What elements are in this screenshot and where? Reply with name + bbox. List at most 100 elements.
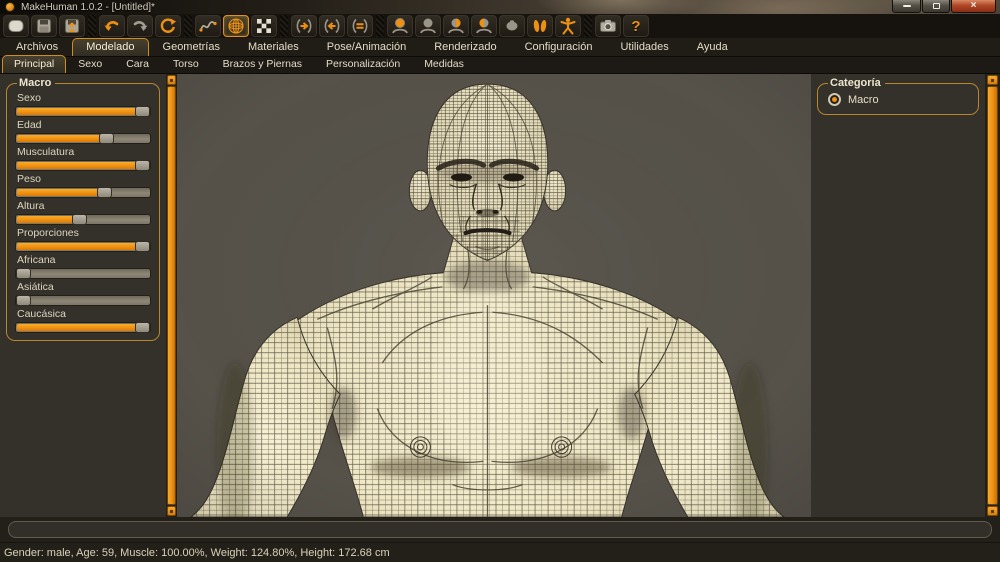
subtab-cara[interactable]: Cara [114, 55, 161, 73]
proporciones-slider[interactable] [15, 241, 151, 252]
slider-handle[interactable] [135, 160, 150, 171]
rotate-face-right-icon [294, 16, 314, 36]
undo-icon [102, 16, 122, 36]
slider-edad: Edad [15, 119, 151, 144]
tab-ayuda[interactable]: Ayuda [683, 38, 742, 56]
slider-handle[interactable] [135, 322, 150, 333]
3d-viewport[interactable] [177, 74, 811, 517]
progress-bar [8, 521, 992, 538]
categoria-groupbox: Categoría Macro [817, 77, 979, 115]
tab-geometrias[interactable]: Geometrías [149, 38, 234, 56]
back-view-icon [418, 16, 438, 36]
category-option-macro[interactable]: Macro [828, 93, 968, 106]
slider-handle[interactable] [135, 106, 150, 117]
global-pose-button[interactable] [555, 15, 581, 37]
tab-archivos[interactable]: Archivos [2, 38, 72, 56]
wireframe-toggle-button[interactable] [223, 15, 249, 37]
front-view-button[interactable] [387, 15, 413, 37]
subtab-brazos-y-piernas[interactable]: Brazos y Piernas [211, 55, 314, 73]
scroll-up-arrow-icon[interactable] [167, 75, 176, 85]
global-pose-icon [558, 16, 578, 36]
top-view-button[interactable] [499, 15, 525, 37]
slider-proporciones: Proporciones [15, 227, 151, 252]
minimize-button[interactable] [892, 0, 921, 13]
left-view-button[interactable] [471, 15, 497, 37]
reset-mesh-button[interactable] [155, 15, 181, 37]
right-view-button[interactable] [443, 15, 469, 37]
scrollbar-thumb[interactable] [167, 86, 176, 505]
face-front-button[interactable] [347, 15, 373, 37]
maximize-button[interactable] [922, 0, 950, 13]
slider-handle[interactable] [135, 241, 150, 252]
grab-screenshot-icon [598, 16, 618, 36]
left-panel-scrollbar[interactable] [166, 74, 177, 517]
scroll-up-arrow-icon[interactable] [987, 75, 998, 85]
slider-handle[interactable] [97, 187, 112, 198]
tab-utilidades[interactable]: Utilidades [606, 38, 682, 56]
undo-button[interactable] [99, 15, 125, 37]
new-file-icon [6, 16, 26, 36]
load-file-button[interactable] [59, 15, 85, 37]
slider-musculatura: Musculatura [15, 146, 151, 171]
asiatica-slider[interactable] [15, 295, 151, 306]
window-title: MakeHuman 1.0.2 - [Untitled]* [21, 2, 155, 13]
grab-screenshot-button[interactable] [595, 15, 621, 37]
background-toggle-icon [254, 16, 274, 36]
subtab-torso[interactable]: Torso [161, 55, 211, 73]
caucasica-slider[interactable] [15, 322, 151, 333]
subtab-principal[interactable]: Principal [2, 55, 66, 73]
redo-button[interactable] [127, 15, 153, 37]
progress-row [0, 517, 1000, 542]
rotate-face-right-button[interactable] [291, 15, 317, 37]
scrollbar-thumb[interactable] [987, 86, 998, 505]
slider-handle[interactable] [16, 295, 31, 306]
toolbar-separator [376, 15, 384, 37]
scroll-down-arrow-icon[interactable] [987, 506, 998, 516]
altura-slider[interactable] [15, 214, 151, 225]
face-front-icon [350, 16, 370, 36]
slider-africana: Africana [15, 254, 151, 279]
rotate-face-left-icon [322, 16, 342, 36]
musculatura-slider[interactable] [15, 160, 151, 171]
toolbar-separator [584, 15, 592, 37]
front-view-icon [390, 16, 410, 36]
peso-slider[interactable] [15, 187, 151, 198]
help-button[interactable]: ? [623, 15, 649, 37]
subtab-personalizacion[interactable]: Personalización [314, 55, 412, 73]
model-status-text: Gender: male, Age: 59, Muscle: 100.00%, … [0, 547, 390, 559]
toolbar: ? [0, 14, 1000, 38]
save-file-button[interactable] [31, 15, 57, 37]
close-icon: × [971, 1, 977, 11]
scroll-down-arrow-icon[interactable] [167, 506, 176, 516]
title-bar[interactable]: MakeHuman 1.0.2 - [Untitled]* × [0, 0, 1000, 14]
radio-selected-icon[interactable] [828, 93, 841, 106]
bottom-view-button[interactable] [527, 15, 553, 37]
top-view-icon [502, 16, 522, 36]
background-toggle-button[interactable] [251, 15, 277, 37]
rotate-face-left-button[interactable] [319, 15, 345, 37]
smooth-toggle-button[interactable] [195, 15, 221, 37]
tab-materiales[interactable]: Materiales [234, 38, 313, 56]
slider-handle[interactable] [72, 214, 87, 225]
status-bar: Gender: male, Age: 59, Muscle: 100.00%, … [0, 542, 1000, 562]
close-button[interactable]: × [951, 0, 996, 13]
new-file-button[interactable] [3, 15, 29, 37]
right-panel-scrollbar[interactable] [985, 74, 1000, 517]
makehuman-window: MakeHuman 1.0.2 - [Untitled]* × [0, 0, 1000, 562]
tab-configuracion[interactable]: Configuración [511, 38, 607, 56]
subtab-sexo[interactable]: Sexo [66, 55, 114, 73]
tab-modelado[interactable]: Modelado [72, 38, 148, 56]
categoria-group-title: Categoría [828, 77, 885, 89]
slider-handle[interactable] [16, 268, 31, 279]
africana-slider[interactable] [15, 268, 151, 279]
subtab-medidas[interactable]: Medidas [412, 55, 476, 73]
tab-renderizado[interactable]: Renderizado [420, 38, 510, 56]
load-file-icon [62, 16, 82, 36]
slider-handle[interactable] [99, 133, 114, 144]
sexo-slider[interactable] [15, 106, 151, 117]
tab-pose-animacion[interactable]: Pose/Animación [313, 38, 421, 56]
back-view-button[interactable] [415, 15, 441, 37]
maximize-icon [933, 3, 940, 9]
right-panel: Categoría Macro [811, 74, 985, 517]
edad-slider[interactable] [15, 133, 151, 144]
